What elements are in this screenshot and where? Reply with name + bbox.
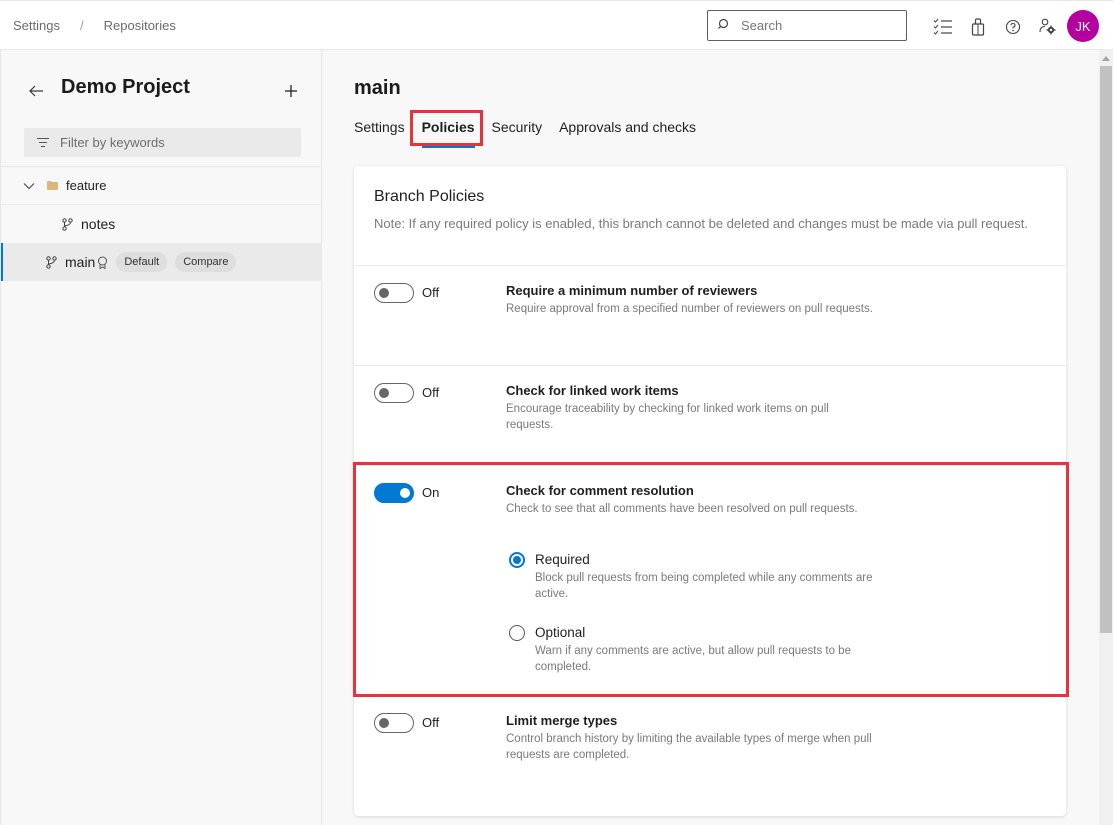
radio-label: Required xyxy=(535,552,590,567)
policy-title: Check for linked work items xyxy=(506,383,679,398)
divider xyxy=(354,265,1066,266)
policy-description: Check to see that all comments have been… xyxy=(506,503,858,515)
policy-title: Limit merge types xyxy=(506,713,618,728)
tree-item-main-branch[interactable]: main Default Compare xyxy=(1,243,322,281)
branch-icon xyxy=(46,255,57,269)
header-icons xyxy=(925,14,1065,39)
add-branch-button[interactable] xyxy=(281,80,301,102)
main-content: main Settings Policies Security Approval… xyxy=(322,50,1099,825)
policy-description: Control branch history by limiting the a… xyxy=(506,733,872,761)
comment-resolution-toggle[interactable] xyxy=(374,483,414,503)
linked-work-items-toggle[interactable] xyxy=(374,383,414,403)
chevron-down-icon[interactable] xyxy=(23,182,37,190)
tree-item-label: notes xyxy=(81,216,116,232)
tree-item-label: feature xyxy=(66,178,107,193)
tab-bar: Settings Policies Security Approvals and… xyxy=(354,118,713,148)
card-note: Note: If any required policy is enabled,… xyxy=(374,216,1029,231)
toggle-state-label: On xyxy=(422,485,440,500)
sidebar: Demo Project feature xyxy=(0,50,322,825)
user-settings-icon[interactable] xyxy=(1030,14,1065,39)
work-items-checklist-icon[interactable] xyxy=(925,14,960,39)
branch-icon xyxy=(62,217,73,231)
scrollbar-thumb[interactable] xyxy=(1100,66,1112,633)
divider xyxy=(354,465,1066,466)
tree-item-label: main xyxy=(65,254,96,270)
radio-description: Warn if any comments are active, but all… xyxy=(535,645,851,673)
search-icon xyxy=(718,16,731,35)
plus-icon xyxy=(285,85,297,97)
policy-description: Encourage traceability by checking for l… xyxy=(506,403,829,431)
toggle-state-label: Off xyxy=(422,385,440,400)
min-reviewers-toggle[interactable] xyxy=(374,283,414,303)
divider xyxy=(354,365,1066,366)
help-icon[interactable] xyxy=(995,14,1030,39)
radio-label: Optional xyxy=(535,625,586,640)
tree-item-notes-branch[interactable]: notes xyxy=(1,205,322,243)
required-radio[interactable] xyxy=(509,552,525,568)
project-title: Demo Project xyxy=(61,76,190,98)
policy-description: Require approval from a specified number… xyxy=(506,303,873,315)
policy-title: Check for comment resolution xyxy=(506,483,694,498)
policy-title: Require a minimum number of reviewers xyxy=(506,283,758,298)
arrow-left-icon xyxy=(29,85,43,97)
branch-policies-card: Branch Policies Note: If any required po… xyxy=(354,166,1066,816)
tree-item-feature-folder[interactable]: feature xyxy=(1,167,322,205)
tab-policies[interactable]: Policies xyxy=(421,118,475,148)
compare-button[interactable]: Compare xyxy=(175,252,237,272)
search-box[interactable] xyxy=(707,10,907,41)
scroll-up-arrow-icon[interactable] xyxy=(1099,52,1113,64)
marketplace-bag-icon[interactable] xyxy=(960,14,995,39)
default-branch-badge-icon xyxy=(97,256,108,269)
limit-merge-types-toggle[interactable] xyxy=(374,713,414,733)
avatar[interactable]: JK xyxy=(1067,10,1099,42)
breadcrumb-separator: / xyxy=(79,18,84,33)
tab-settings[interactable]: Settings xyxy=(354,118,405,146)
search-input[interactable] xyxy=(741,18,891,33)
optional-radio[interactable] xyxy=(509,625,525,641)
breadcrumb: Settings / Repositories xyxy=(13,18,176,33)
toggle-state-label: Off xyxy=(422,715,440,730)
filter-icon xyxy=(36,133,50,152)
page-title: main xyxy=(354,77,401,99)
card-title: Branch Policies xyxy=(374,188,485,205)
filter-input[interactable] xyxy=(60,135,290,150)
filter-box[interactable] xyxy=(24,128,301,157)
card-header: Branch Policies Note: If any required po… xyxy=(374,188,1054,233)
radio-description: Block pull requests from being completed… xyxy=(535,572,873,600)
folder-icon xyxy=(47,181,58,190)
toggle-state-label: Off xyxy=(422,285,440,300)
vertical-scrollbar[interactable] xyxy=(1099,50,1113,825)
breadcrumb-settings[interactable]: Settings xyxy=(13,18,60,33)
breadcrumb-repositories[interactable]: Repositories xyxy=(104,18,176,33)
tab-security[interactable]: Security xyxy=(492,118,543,146)
top-header: Settings / Repositories Search JK xyxy=(0,0,1113,50)
default-badge: Default xyxy=(116,252,168,272)
tab-approvals-and-checks[interactable]: Approvals and checks xyxy=(559,118,696,146)
back-button[interactable] xyxy=(25,80,47,102)
